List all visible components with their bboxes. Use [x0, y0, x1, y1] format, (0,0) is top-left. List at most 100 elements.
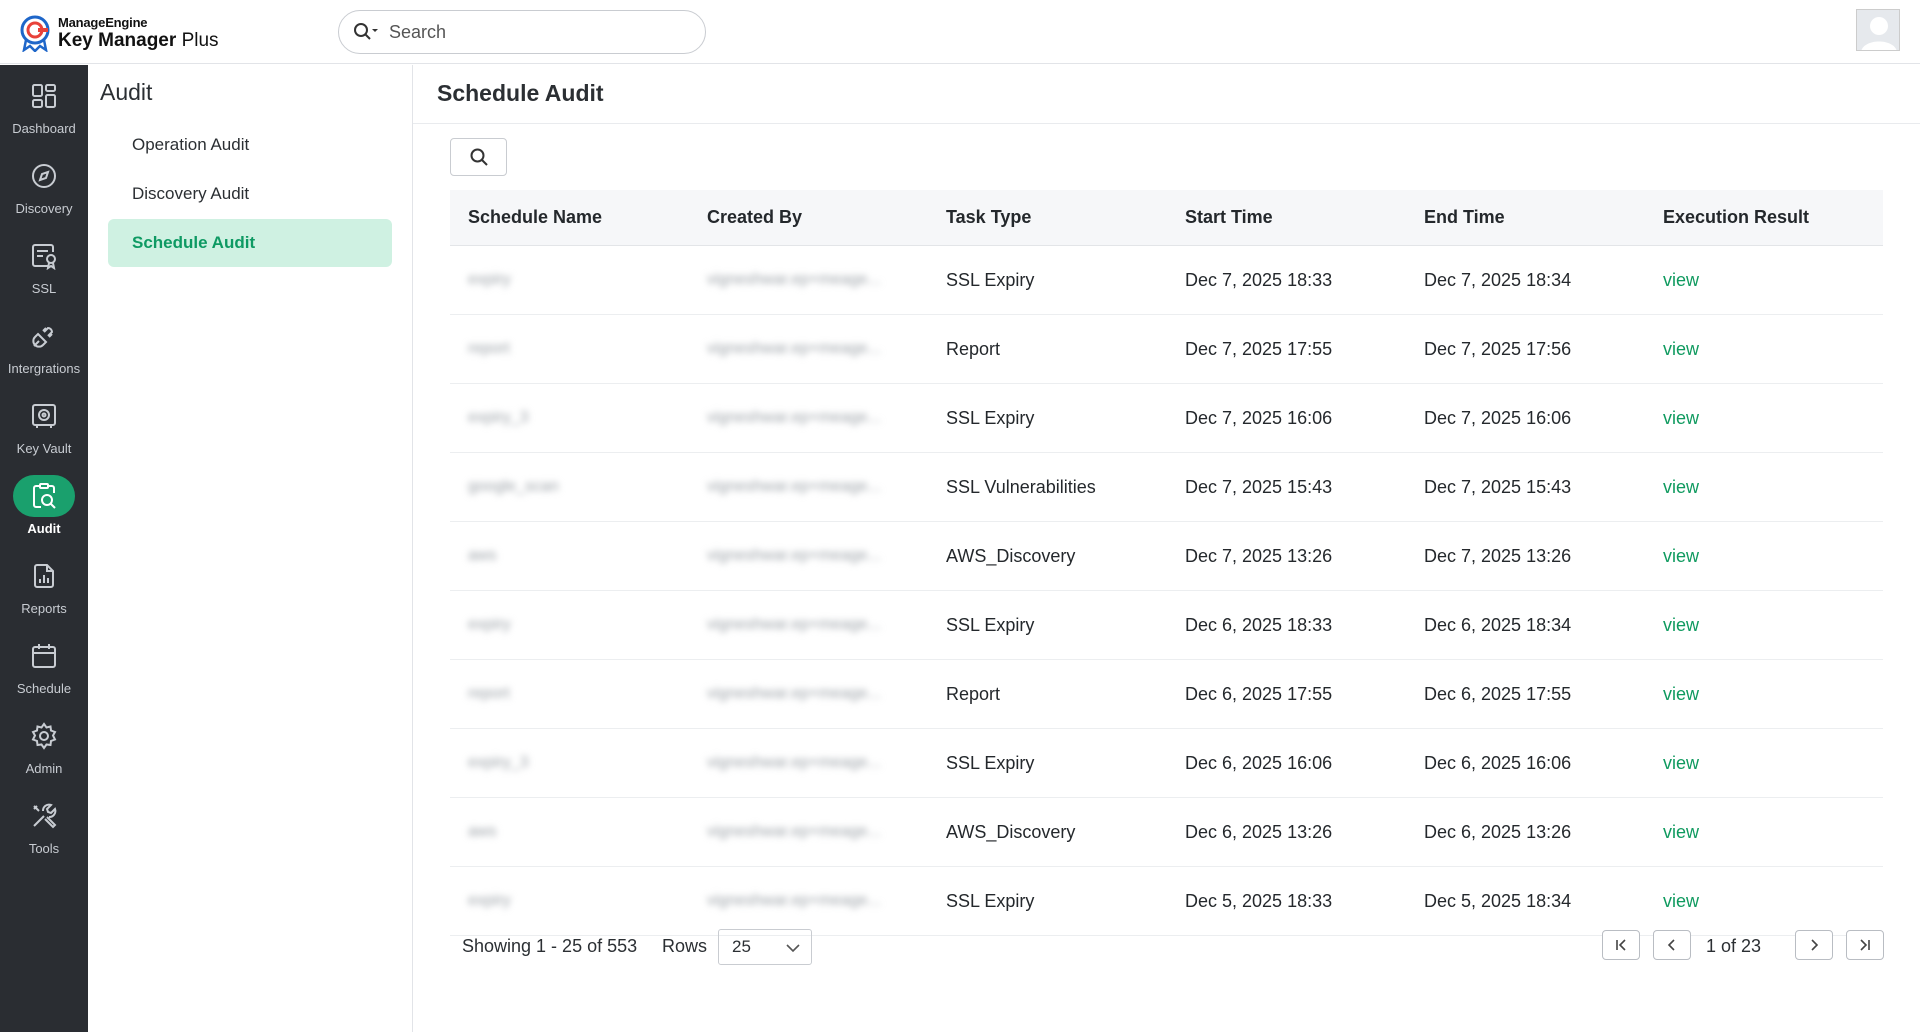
rows-per-page-select[interactable]: 25 [718, 929, 812, 965]
execution-result-view-link[interactable]: view [1645, 891, 1883, 912]
end-time-cell: Dec 7, 2025 16:06 [1424, 407, 1572, 428]
task-type-cell: Report [946, 338, 1001, 359]
schedule-name-cell: expiry [468, 271, 511, 288]
schedule-name-cell: expiry_3 [468, 754, 529, 771]
product-logo[interactable]: ManageEngine Key Manager Plus [18, 14, 219, 52]
start-time-cell: Dec 6, 2025 17:55 [1185, 683, 1333, 704]
key-manager-logo-icon [20, 15, 50, 52]
last-page-icon [1860, 939, 1870, 951]
created-by-cell: vigneshwar.ep+meage... [707, 685, 881, 702]
end-time-cell: Dec 7, 2025 13:26 [1424, 545, 1572, 566]
schedule-name-cell: aws [468, 823, 497, 840]
created-by-cell: vigneshwar.ep+meage... [707, 754, 881, 771]
column-header-task-type[interactable]: Task Type [928, 207, 1167, 228]
nav-item-tools[interactable]: Tools [0, 795, 88, 865]
start-time-cell: Dec 6, 2025 13:26 [1185, 821, 1333, 842]
subnav-item-operation-audit[interactable]: Operation Audit [108, 121, 392, 169]
first-page-icon [1616, 939, 1626, 951]
nav-item-reports[interactable]: Reports [0, 555, 88, 625]
nav-item-schedule[interactable]: Schedule [0, 635, 88, 705]
first-page-button[interactable] [1602, 930, 1640, 960]
task-type-cell: SSL Expiry [946, 269, 1035, 290]
task-type-cell: AWS_Discovery [946, 821, 1076, 842]
schedule-name-cell: report [468, 685, 510, 702]
end-time-cell: Dec 7, 2025 15:43 [1424, 476, 1572, 497]
subnav-item-discovery-audit[interactable]: Discovery Audit [108, 170, 392, 218]
search-icon [470, 148, 488, 166]
created-by-cell: vigneshwar.ep+meage... [707, 409, 881, 426]
start-time-cell: Dec 7, 2025 13:26 [1185, 545, 1333, 566]
start-time-cell: Dec 7, 2025 17:55 [1185, 338, 1333, 359]
nav-item-audit[interactable]: Audit [0, 475, 88, 545]
created-by-cell: vigneshwar.ep+meage... [707, 271, 881, 288]
nav-item-discovery[interactable]: Discovery [0, 155, 88, 225]
nav-item-intergrations[interactable]: Intergrations [0, 315, 88, 385]
subnav-item-schedule-audit[interactable]: Schedule Audit [108, 219, 392, 267]
task-type-cell: SSL Expiry [946, 614, 1035, 635]
created-by-cell: vigneshwar.ep+meage... [707, 892, 881, 909]
table-row: google_scan vigneshwar.ep+meage... SSL Vul… [450, 453, 1883, 522]
column-header-start-time[interactable]: Start Time [1167, 207, 1406, 228]
table-search-button[interactable] [450, 138, 507, 176]
rows-per-page-value: 25 [732, 937, 751, 956]
task-type-cell: AWS_Discovery [946, 545, 1076, 566]
column-header-end-time[interactable]: End Time [1406, 207, 1645, 228]
execution-result-view-link[interactable]: view [1645, 615, 1883, 636]
nav-label-discovery: Discovery [15, 201, 73, 216]
compass-icon [13, 155, 75, 197]
vault-icon [13, 395, 75, 437]
start-time-cell: Dec 6, 2025 16:06 [1185, 752, 1333, 773]
execution-result-view-link[interactable]: view [1645, 684, 1883, 705]
created-by-cell: vigneshwar.ep+meage... [707, 823, 881, 840]
start-time-cell: Dec 6, 2025 18:33 [1185, 614, 1333, 635]
schedule-name-cell: expiry_3 [468, 409, 529, 426]
end-time-cell: Dec 6, 2025 18:34 [1424, 614, 1572, 635]
task-type-cell: Report [946, 683, 1001, 704]
tools-icon [13, 795, 75, 837]
task-type-cell: SSL Expiry [946, 890, 1035, 911]
end-time-cell: Dec 5, 2025 18:34 [1424, 890, 1572, 911]
chevron-left-icon [1667, 939, 1675, 951]
next-page-button[interactable] [1795, 930, 1833, 960]
end-time-cell: Dec 6, 2025 16:06 [1424, 752, 1572, 773]
chevron-down-icon [786, 944, 800, 953]
execution-result-view-link[interactable]: view [1645, 270, 1883, 291]
nav-item-key-vault[interactable]: Key Vault [0, 395, 88, 465]
nav-item-ssl[interactable]: SSL [0, 235, 88, 305]
page-title: Schedule Audit [437, 80, 604, 106]
calendar-icon [13, 635, 75, 677]
global-search[interactable] [338, 10, 706, 54]
dashboard-icon [13, 75, 75, 117]
end-time-cell: Dec 7, 2025 18:34 [1424, 269, 1572, 290]
start-time-cell: Dec 7, 2025 16:06 [1185, 407, 1333, 428]
global-search-input[interactable] [389, 21, 689, 43]
execution-result-view-link[interactable]: view [1645, 339, 1883, 360]
nav-label-schedule: Schedule [16, 681, 72, 696]
search-icon[interactable] [353, 22, 379, 42]
brand-suffix: Plus [181, 30, 219, 51]
previous-page-button[interactable] [1653, 930, 1691, 960]
pagination-bar: Showing 1 - 25 of 553 Rows 25 1 of 23 [450, 927, 1884, 967]
execution-result-view-link[interactable]: view [1645, 546, 1883, 567]
execution-result-view-link[interactable]: view [1645, 477, 1883, 498]
column-header-created-by[interactable]: Created By [689, 207, 928, 228]
execution-result-view-link[interactable]: view [1645, 822, 1883, 843]
nav-item-admin[interactable]: Admin [0, 715, 88, 785]
execution-result-view-link[interactable]: view [1645, 753, 1883, 774]
last-page-button[interactable] [1846, 930, 1884, 960]
schedule-audit-table: Schedule Name Created By Task Type Start… [450, 190, 1883, 936]
column-header-execution-result[interactable]: Execution Result [1645, 207, 1883, 228]
nav-label-ssl: SSL [31, 281, 57, 296]
nav-label-reports: Reports [21, 601, 67, 616]
created-by-cell: vigneshwar.ep+meage... [707, 616, 881, 633]
nav-item-dashboard[interactable]: Dashboard [0, 75, 88, 145]
table-row: report vigneshwar.ep+meage... Report Dec 7,… [450, 315, 1883, 384]
plug-icon [13, 315, 75, 357]
nav-label-key-vault: Key Vault [16, 441, 72, 456]
schedule-name-cell: report [468, 340, 510, 357]
user-avatar[interactable] [1856, 9, 1900, 51]
execution-result-view-link[interactable]: view [1645, 408, 1883, 429]
nav-label-tools: Tools [28, 841, 60, 856]
column-header-schedule-name[interactable]: Schedule Name [450, 207, 689, 228]
schedule-name-cell: expiry [468, 616, 511, 633]
